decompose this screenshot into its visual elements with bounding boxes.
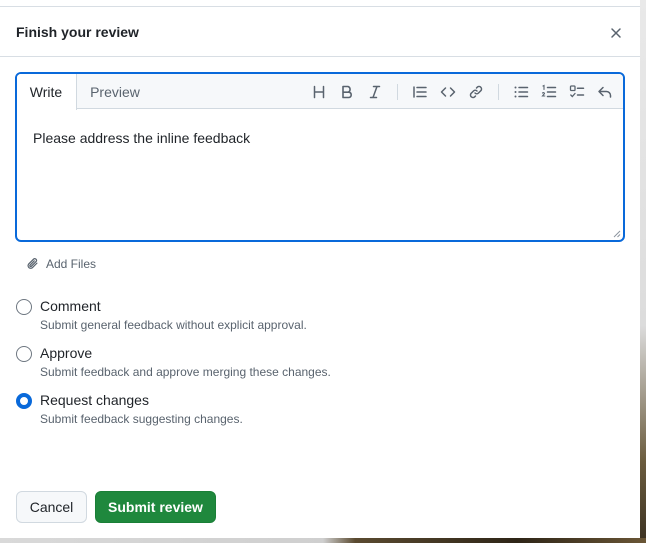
editor-toolbar: Write Preview: [17, 74, 623, 110]
quote-icon: [413, 86, 427, 98]
add-files-label: Add Files: [46, 257, 97, 271]
bold-icon: [342, 85, 352, 99]
toolbar-divider: [397, 84, 398, 100]
heading-button[interactable]: [309, 82, 329, 102]
bold-button[interactable]: [337, 82, 357, 102]
heading-icon: [313, 85, 325, 99]
review-option-approve[interactable]: Approve Submit feedback and approve merg…: [16, 343, 436, 383]
paperclip-icon: [27, 258, 38, 269]
option-label: Comment: [40, 298, 101, 314]
review-option-request-changes[interactable]: Request changes Submit feedback suggesti…: [16, 390, 436, 430]
page-backdrop-right: [640, 0, 646, 543]
unordered-list-button[interactable]: [511, 82, 531, 102]
ordered-list-button[interactable]: [539, 82, 559, 102]
code-icon: [440, 87, 456, 97]
add-files-button[interactable]: Add Files: [26, 255, 96, 273]
toolbar-divider: [498, 84, 499, 100]
unordered-list-icon: [514, 86, 529, 98]
tab-preview[interactable]: Preview: [89, 74, 141, 110]
page-backdrop-bottom: [0, 538, 646, 543]
approve-radio[interactable]: [16, 346, 32, 362]
comment-textarea[interactable]: Please address the inline feedback: [17, 110, 623, 240]
dialog-header: Finish your review: [0, 7, 640, 57]
dialog-title: Finish your review: [16, 24, 139, 40]
italic-button[interactable]: [365, 82, 385, 102]
option-description: Submit feedback suggesting changes.: [40, 412, 243, 426]
option-description: Submit feedback and approve merging thes…: [40, 365, 331, 379]
close-icon: [611, 28, 621, 38]
tab-write[interactable]: Write: [17, 74, 77, 110]
code-button[interactable]: [438, 82, 458, 102]
close-button[interactable]: [604, 21, 628, 45]
task-list-icon: [569, 85, 585, 98]
ordered-list-icon: [541, 84, 557, 98]
link-icon: [469, 85, 483, 99]
comment-radio[interactable]: [16, 299, 32, 315]
option-description: Submit general feedback without explicit…: [40, 318, 307, 332]
submit-review-button[interactable]: Submit review: [95, 491, 216, 523]
resize-handle[interactable]: [613, 230, 621, 238]
request-changes-radio[interactable]: [16, 393, 32, 409]
review-option-comment[interactable]: Comment Submit general feedback without …: [16, 296, 436, 336]
italic-icon: [369, 85, 381, 99]
quote-button[interactable]: [410, 82, 430, 102]
option-label: Approve: [40, 345, 93, 361]
comment-editor: Write Preview Please address the inline …: [15, 72, 625, 242]
cancel-button[interactable]: Cancel: [16, 491, 87, 523]
reply-icon: [598, 86, 612, 98]
review-dialog: Finish your review Write Preview Please …: [0, 0, 640, 538]
reply-button[interactable]: [595, 82, 615, 102]
task-list-button[interactable]: [567, 82, 587, 102]
option-label: Request changes: [40, 392, 149, 408]
link-button[interactable]: [466, 82, 486, 102]
